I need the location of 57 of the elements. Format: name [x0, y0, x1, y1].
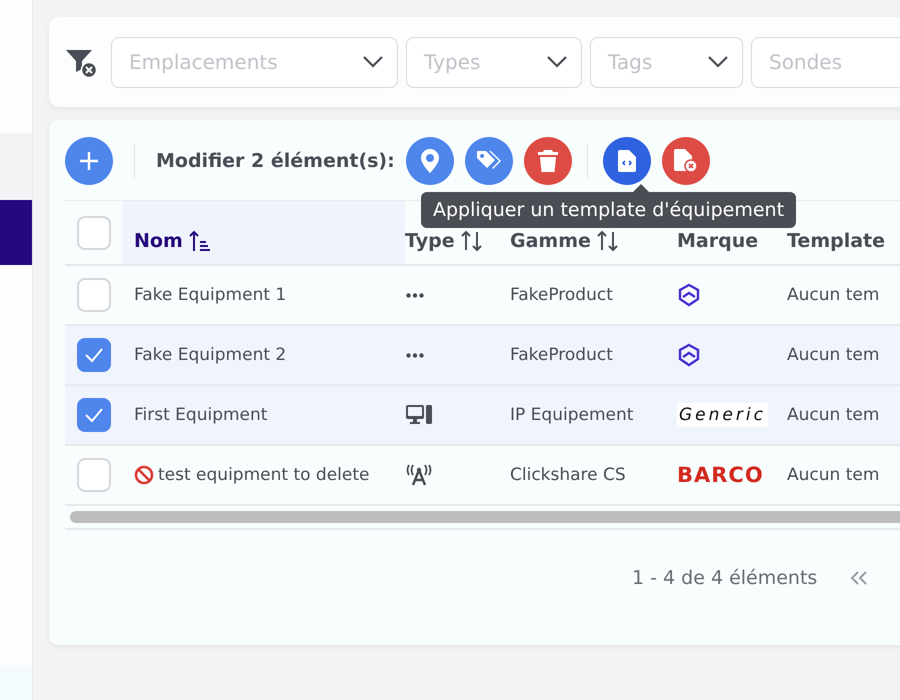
- sort-icon: [460, 230, 483, 252]
- column-header: Marque: [677, 230, 758, 252]
- row-checkbox[interactable]: [77, 338, 111, 372]
- remove-template-button[interactable]: [662, 137, 710, 185]
- chevron-down-icon: [547, 56, 567, 68]
- equipment-name: Fake Equipment 1: [134, 285, 286, 305]
- delete-button[interactable]: [524, 137, 572, 185]
- first-page-icon[interactable]: [849, 570, 870, 586]
- filter-dropdown[interactable]: Emplacements: [111, 36, 398, 88]
- column-header: Template: [787, 230, 886, 252]
- template-name: Aucun tem: [787, 345, 880, 365]
- chevron-down-icon: [708, 56, 728, 68]
- computer-icon: [406, 405, 432, 425]
- column-header[interactable]: Nom: [134, 230, 211, 252]
- sort-icon: [596, 230, 619, 252]
- more-dots-icon: [406, 352, 424, 358]
- add-button[interactable]: [65, 137, 113, 185]
- tags-icon: [476, 150, 502, 172]
- check-icon: [84, 407, 104, 423]
- tags-button[interactable]: [464, 137, 513, 185]
- filter-dropdown[interactable]: Tags: [590, 36, 743, 88]
- product-range: IP Equipement: [510, 405, 634, 425]
- file-remove-icon: [674, 149, 698, 173]
- column-header[interactable]: Gamme: [510, 230, 619, 252]
- tooltip: Appliquer un template d'équipement: [421, 192, 796, 228]
- brand-logo-icon: [677, 283, 701, 307]
- trash-icon: [538, 150, 558, 172]
- product-range: FakeProduct: [510, 345, 613, 365]
- column-header[interactable]: Type: [405, 230, 483, 252]
- filter-dropdown[interactable]: Types: [406, 36, 582, 88]
- sort-ascending-icon: [188, 230, 211, 252]
- selection-label: Modifier 2 élément(s):: [156, 150, 395, 172]
- location-button[interactable]: [406, 137, 454, 185]
- code-file-icon: [618, 150, 636, 172]
- more-dots-icon: [406, 292, 424, 298]
- product-range: Clickshare CS: [510, 465, 626, 485]
- brand-logo-icon: [677, 343, 701, 367]
- map-pin-icon: [420, 149, 439, 173]
- pagination-summary: 1 - 4 de 4 éléments: [632, 567, 818, 589]
- template-name: Aucun tem: [787, 465, 880, 485]
- product-range: FakeProduct: [510, 285, 613, 305]
- check-icon: [84, 347, 104, 363]
- brand-logo: BARCO: [677, 463, 764, 487]
- template-name: Aucun tem: [787, 405, 880, 425]
- equipment-name: First Equipment: [134, 405, 268, 425]
- filter-dropdown[interactable]: Sondes: [751, 36, 900, 88]
- antenna-icon: [406, 464, 432, 486]
- template-name: Aucun tem: [787, 285, 880, 305]
- equipment-name: Fake Equipment 2: [134, 345, 286, 365]
- scrollbar-thumb[interactable]: [70, 511, 900, 523]
- select-all-checkbox[interactable]: [77, 216, 111, 250]
- brand-logo: Generic: [677, 403, 768, 427]
- apply-template-button[interactable]: [602, 137, 651, 185]
- equipment-name: test equipment to delete: [158, 465, 370, 485]
- plus-icon: [79, 151, 99, 171]
- row-checkbox[interactable]: [77, 398, 111, 432]
- chevron-down-icon: [363, 56, 383, 68]
